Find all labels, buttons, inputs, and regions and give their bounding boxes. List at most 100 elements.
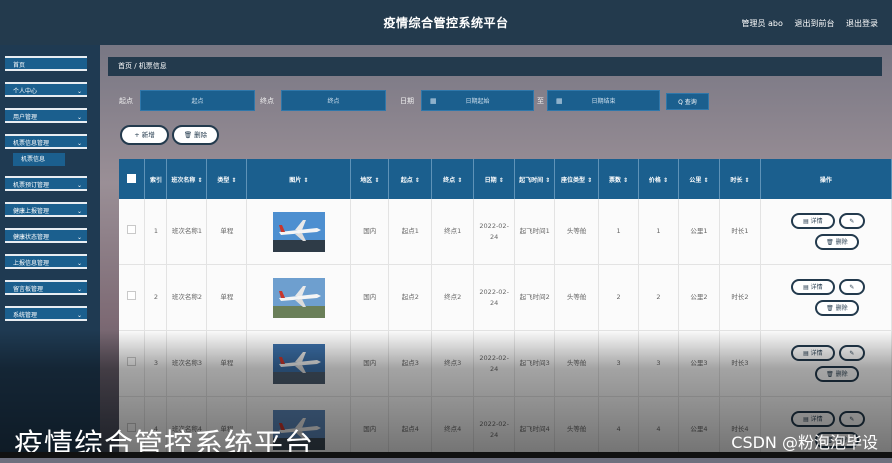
date-cell: 2022-02-24	[473, 330, 516, 397]
image-cell	[246, 264, 352, 331]
breadcrumb: 首页 / 机票信息	[108, 57, 882, 76]
back-to-front-link[interactable]: 退出到前台	[794, 19, 834, 28]
type-cell: 单程	[206, 264, 248, 331]
column-header[interactable]: 地区 ⇕	[350, 159, 390, 199]
column-header[interactable]: 起点 ⇕	[388, 159, 433, 199]
row-select-cell[interactable]	[119, 264, 146, 331]
tickets-cell: 3	[598, 330, 640, 397]
edit-button[interactable]: ✎	[838, 345, 865, 361]
sidebar-item-profile[interactable]: 个人中心 ⌄	[5, 82, 87, 97]
column-header[interactable]: 图片 ⇕	[246, 159, 352, 199]
type-cell: 单程	[206, 330, 248, 397]
destination-cell: 终点3	[431, 330, 475, 397]
date-cell: 2022-02-24	[473, 199, 516, 265]
column-header[interactable]: 时长 ⇕	[719, 159, 761, 199]
origin-cell: 起点3	[388, 330, 433, 397]
sidebar-item-home[interactable]: 首页	[5, 56, 87, 71]
edit-button[interactable]: ✎	[838, 411, 865, 427]
detail-button[interactable]: ▤ 详情	[790, 279, 835, 295]
date-end-input[interactable]: ▦ 日期结束	[547, 90, 660, 111]
from-input[interactable]: 起点	[140, 90, 255, 111]
header-links: 管理员 abo 退出到前台 退出登录	[732, 18, 878, 29]
row-select-cell[interactable]	[119, 330, 146, 397]
date-end-placeholder: 日期结束	[591, 98, 616, 105]
type-cell: 单程	[206, 199, 248, 265]
row-select-cell[interactable]	[119, 199, 146, 265]
sidebar-item-users[interactable]: 用户管理 ⌄	[5, 108, 87, 123]
region-cell: 国内	[350, 199, 390, 265]
sidebar-item-health-status[interactable]: 健康状态管理 ⌄	[5, 228, 87, 243]
tickets-cell: 2	[598, 264, 640, 331]
flight-name-cell: 班次名称1	[166, 199, 208, 265]
airplane-image	[272, 277, 325, 318]
table-row: 3 班次名称3 单程 国内 起点3 终点3 2022-02-24 起飞时间3 头等舱 3 3 公里3 时…	[119, 330, 892, 397]
add-button[interactable]: + 新增	[120, 125, 169, 145]
sidebar-item-label: 机票信息管理	[13, 140, 50, 147]
date-cell: 2022-02-24	[473, 396, 516, 458]
price-cell: 3	[638, 330, 679, 397]
sidebar-item-label: 留言板管理	[13, 286, 44, 293]
region-cell: 国内	[350, 330, 390, 397]
departure-time-cell: 起飞时间3	[514, 330, 556, 397]
sidebar-subitem-ticket-info[interactable]: 机票信息	[13, 153, 65, 166]
sidebar-item-label: 上报信息管理	[13, 260, 50, 267]
sidebar-item-label: 个人中心	[13, 88, 38, 95]
chevron-down-icon: ⌄	[76, 182, 82, 189]
detail-button[interactable]: ▤ 详情	[790, 345, 835, 361]
watermark-credit: CSDN @粉泡泡毕设	[731, 433, 878, 452]
seat-type-cell: 头等舱	[554, 330, 600, 397]
query-button[interactable]: Q 查询	[666, 93, 709, 110]
sidebar-item-health-report[interactable]: 健康上报管理 ⌄	[5, 202, 87, 217]
table-row: 2 班次名称2 单程 国内 起点2 终点2 2022-02-24 起飞时间2 头等舱 2 2 公里2 时…	[119, 264, 892, 331]
chevron-down-icon: ⌄	[76, 312, 82, 319]
column-header: 操作	[760, 159, 892, 199]
distance-cell: 公里2	[678, 264, 720, 331]
seat-type-cell: 头等舱	[554, 199, 600, 265]
price-cell: 4	[638, 396, 679, 458]
calendar-icon: ▦	[556, 97, 563, 105]
edit-button[interactable]: ✎	[838, 213, 865, 229]
edit-button[interactable]: ✎	[838, 279, 865, 295]
select-all-header[interactable]	[119, 159, 146, 199]
delete-button[interactable]: 🗑 删除	[814, 234, 859, 250]
row-checkbox[interactable]	[127, 357, 137, 366]
delete-button[interactable]: 🗑 删除	[814, 366, 859, 382]
chevron-down-icon: ⌄	[76, 234, 82, 241]
origin-cell: 起点1	[388, 199, 433, 265]
row-checkbox[interactable]	[127, 225, 137, 234]
destination-cell: 终点1	[431, 199, 475, 265]
column-header[interactable]: 类型 ⇕	[206, 159, 248, 199]
sidebar-item-report-info[interactable]: 上报信息管理 ⌄	[5, 254, 87, 269]
departure-time-cell: 起飞时间2	[514, 264, 556, 331]
sidebar-item-messages[interactable]: 留言板管理 ⌄	[5, 280, 87, 295]
column-header[interactable]: 起飞时间 ⇕	[514, 159, 556, 199]
index-cell: 2	[144, 264, 168, 331]
logout-link[interactable]: 退出登录	[846, 19, 878, 28]
date-start-input[interactable]: ▦ 日期起始	[421, 90, 534, 111]
row-checkbox[interactable]	[127, 291, 137, 300]
flight-name-cell: 班次名称3	[166, 330, 208, 397]
to-input[interactable]: 终点	[281, 90, 386, 111]
detail-button[interactable]: ▤ 详情	[790, 213, 835, 229]
delete-button[interactable]: 🗑 删除	[814, 300, 859, 316]
image-cell	[246, 330, 352, 397]
sidebar-item-system[interactable]: 系统管理 ⌄	[5, 306, 87, 321]
sidebar-item-ticket-info[interactable]: 机票信息管理 ⌄	[5, 134, 87, 149]
sidebar-item-booking[interactable]: 机票预订管理 ⌄	[5, 176, 87, 191]
column-header[interactable]: 座位类型 ⇕	[554, 159, 600, 199]
duration-cell: 时长1	[719, 199, 761, 265]
detail-button[interactable]: ▤ 详情	[790, 411, 835, 427]
chevron-down-icon: ⌄	[76, 208, 82, 215]
origin-cell: 起点2	[388, 264, 433, 331]
column-header[interactable]: 班次名称 ⇕	[166, 159, 208, 199]
column-header[interactable]: 终点 ⇕	[431, 159, 475, 199]
column-header[interactable]: 公里 ⇕	[678, 159, 720, 199]
date-label: 日期	[400, 97, 414, 105]
column-header[interactable]: 价格 ⇕	[638, 159, 679, 199]
column-header[interactable]: 票数 ⇕	[598, 159, 640, 199]
select-all-checkbox[interactable]	[127, 173, 137, 183]
distance-cell: 公里4	[678, 396, 720, 458]
batch-delete-button[interactable]: 🗑 删除	[172, 125, 219, 145]
chevron-down-icon: ⌄	[76, 88, 82, 95]
column-header[interactable]: 日期 ⇕	[473, 159, 516, 199]
